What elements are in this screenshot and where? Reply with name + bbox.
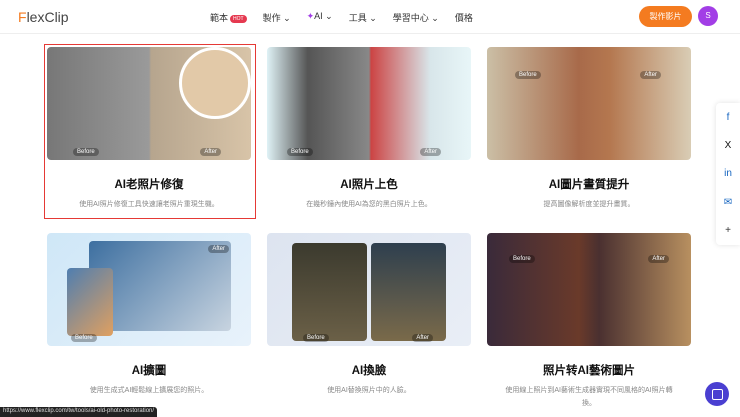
nav-ai[interactable]: ✦AI ⌄ [307, 11, 333, 24]
card-image: Before After [47, 233, 251, 346]
share-sidebar: f X in ✉ + [716, 103, 740, 245]
card-image-upscale[interactable]: Before After AI圖片畫質提升 提高圖像解析度並提升畫質。 [487, 47, 691, 211]
nav-templates[interactable]: 範本 HOT [210, 11, 247, 24]
nav-pricing[interactable]: 價格 [455, 11, 473, 24]
card-photo-colorize[interactable]: Before After AI照片上色 在幾秒鐘內使用AI為您的黑白照片上色。 [267, 47, 471, 211]
card-ai-expand[interactable]: Before After AI擴圖 使用生成式AI輕鬆線上擴展您的照片。 [47, 233, 251, 397]
chat-button[interactable] [705, 382, 729, 406]
card-title: 照片转AI藝術圖片 [543, 365, 635, 377]
nav-tools[interactable]: 工具 ⌄ [349, 11, 377, 24]
top-nav: FlexClip 範本 HOT 製作 ⌄ ✦AI ⌄ 工具 ⌄ 學習中心 ⌄ 價格… [0, 0, 740, 34]
card-desc: 使用AI替換照片中的人臉。 [327, 387, 411, 394]
nav-create[interactable]: 製作 ⌄ [263, 11, 291, 24]
card-image: Before After [267, 233, 471, 346]
card-desc: 使用生成式AI輕鬆線上擴展您的照片。 [89, 387, 209, 394]
card-desc: 提高圖像解析度並提升畫質。 [543, 201, 635, 208]
nav-learn[interactable]: 學習中心 ⌄ [393, 11, 439, 24]
card-title: AI老照片修復 [114, 179, 184, 191]
card-image: Before After [267, 47, 471, 160]
more-share-icon[interactable]: + [725, 225, 731, 236]
card-face-swap[interactable]: Before After AI換臉 使用AI替換照片中的人臉。 [267, 233, 471, 397]
card-title: AI圖片畫質提升 [548, 179, 630, 191]
flexclip-logo[interactable]: FlexClip [18, 9, 69, 25]
card-old-photo-restoration[interactable]: Before After AI老照片修復 使用AI照片修復工具快速讓老照片重現生機… [47, 47, 251, 211]
card-image: Before After [487, 47, 691, 160]
card-image: Before After [487, 233, 691, 346]
linkedin-icon[interactable]: in [724, 168, 732, 179]
x-icon[interactable]: X [725, 140, 732, 151]
facebook-icon[interactable]: f [727, 112, 730, 123]
hot-badge: HOT [230, 14, 247, 23]
status-url: https://www.flexclip.com/tw/tools/ai-old… [0, 407, 158, 417]
card-title: AI擴圖 [131, 365, 167, 377]
card-desc: 使用AI照片修復工具快速讓老照片重現生機。 [79, 201, 219, 208]
card-title: AI換臉 [351, 365, 387, 377]
card-photo-to-ai-art[interactable]: Before After 照片转AI藝術圖片 使用線上照片到AI藝術生成器實現不同… [487, 233, 691, 410]
card-title: AI照片上色 [340, 179, 398, 191]
card-desc: 使用線上照片到AI藝術生成器實現不同風格的AI照片轉換。 [505, 387, 673, 407]
make-video-button[interactable]: 製作影片 [639, 6, 692, 27]
email-icon[interactable]: ✉ [724, 197, 732, 208]
card-desc: 在幾秒鐘內使用AI為您的黑白照片上色。 [306, 201, 432, 208]
card-image: Before After [47, 47, 251, 160]
avatar[interactable]: S [698, 6, 718, 26]
